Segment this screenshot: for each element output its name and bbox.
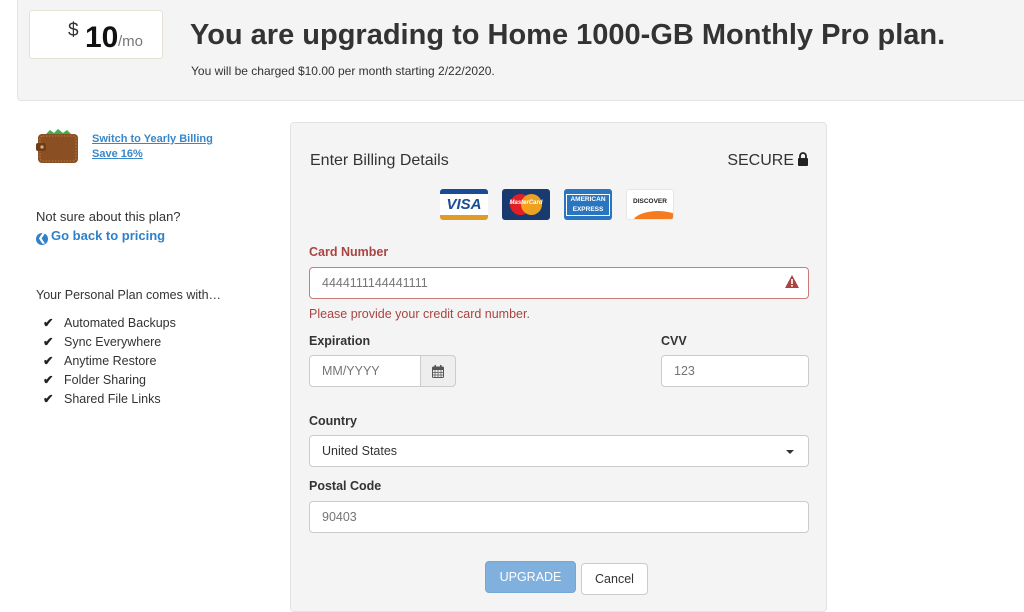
amex-card-icon: AMERICAN EXPRESS bbox=[564, 189, 612, 220]
feature-item: ✔ Folder Sharing bbox=[43, 371, 176, 390]
caret-down-icon bbox=[786, 450, 794, 454]
postal-code-input[interactable] bbox=[309, 501, 809, 533]
country-select[interactable]: United States bbox=[309, 435, 809, 467]
accepted-cards: VISA MasterCard AMERICAN EXPRESS DISCOVER bbox=[440, 189, 674, 220]
plan-features-heading: Your Personal Plan comes with… bbox=[36, 288, 222, 302]
check-icon: ✔ bbox=[43, 392, 54, 406]
check-icon: ✔ bbox=[43, 354, 54, 368]
warning-icon bbox=[785, 275, 799, 288]
back-link-label: Go back to pricing bbox=[51, 228, 166, 243]
feature-item: ✔ Sync Everywhere bbox=[43, 333, 176, 352]
visa-card-icon: VISA bbox=[440, 189, 488, 220]
check-icon: ✔ bbox=[43, 335, 54, 349]
lock-icon bbox=[798, 152, 808, 166]
calendar-button[interactable] bbox=[420, 355, 456, 387]
upgrade-button[interactable]: UPGRADE bbox=[485, 561, 576, 593]
price-amount: 10 bbox=[85, 21, 119, 54]
calendar-icon bbox=[432, 364, 444, 378]
card-number-group bbox=[309, 267, 809, 299]
country-value: United States bbox=[322, 444, 398, 458]
check-icon: ✔ bbox=[43, 373, 54, 387]
feature-item: ✔ Anytime Restore bbox=[43, 352, 176, 371]
wallet-icon bbox=[36, 129, 78, 163]
billing-panel: Enter Billing Details SECURE VISA Master… bbox=[290, 122, 827, 612]
cvv-label: CVV bbox=[661, 334, 687, 348]
postal-code-label: Postal Code bbox=[309, 479, 382, 493]
billing-title: Enter Billing Details bbox=[310, 152, 449, 169]
feature-list: ✔ Automated Backups ✔ Sync Everywhere ✔ Any… bbox=[43, 314, 176, 409]
feature-label: Folder Sharing bbox=[64, 373, 146, 387]
feature-label: Shared File Links bbox=[64, 392, 161, 406]
secure-indicator: SECURE bbox=[727, 152, 809, 170]
plan-header: $ 10 /mo You are upgrading to Home 1000-… bbox=[17, 0, 1024, 101]
country-label: Country bbox=[309, 414, 357, 428]
feature-label: Anytime Restore bbox=[64, 354, 157, 368]
secure-label: SECURE bbox=[727, 152, 794, 169]
price-badge: $ 10 /mo bbox=[29, 10, 163, 59]
yearly-link-text: Switch to Yearly Billing bbox=[92, 133, 213, 145]
card-number-input[interactable] bbox=[309, 267, 809, 299]
mastercard-card-icon: MasterCard bbox=[502, 189, 550, 220]
feature-label: Sync Everywhere bbox=[64, 335, 162, 349]
expiration-group bbox=[309, 355, 456, 387]
cancel-button[interactable]: Cancel bbox=[581, 563, 648, 595]
price-period: /mo bbox=[118, 33, 144, 50]
check-icon: ✔ bbox=[43, 316, 54, 330]
discover-card-icon: DISCOVER bbox=[626, 189, 674, 220]
not-sure-text: Not sure about this plan? bbox=[36, 209, 181, 224]
back-to-pricing-link[interactable]: ❮ Go back to pricing bbox=[36, 228, 165, 245]
expiration-label: Expiration bbox=[309, 334, 371, 348]
cvv-input[interactable] bbox=[661, 355, 809, 387]
feature-item: ✔ Shared File Links bbox=[43, 390, 176, 409]
circle-arrow-left-icon: ❮ bbox=[36, 233, 48, 245]
yearly-savings-text: Save 16% bbox=[92, 148, 143, 160]
feature-item: ✔ Automated Backups bbox=[43, 314, 176, 333]
switch-yearly-billing-link[interactable]: Switch to Yearly Billing Save 16% bbox=[92, 132, 213, 162]
card-number-error: Please provide your credit card number. bbox=[309, 307, 530, 321]
feature-label: Automated Backups bbox=[64, 316, 176, 330]
expiration-input[interactable] bbox=[309, 355, 421, 387]
charge-summary: You will be charged $10.00 per month sta… bbox=[191, 64, 495, 78]
price-currency: $ bbox=[68, 20, 79, 41]
card-number-label: Card Number bbox=[309, 245, 389, 259]
page-title: You are upgrading to Home 1000-GB Monthl… bbox=[190, 19, 946, 51]
